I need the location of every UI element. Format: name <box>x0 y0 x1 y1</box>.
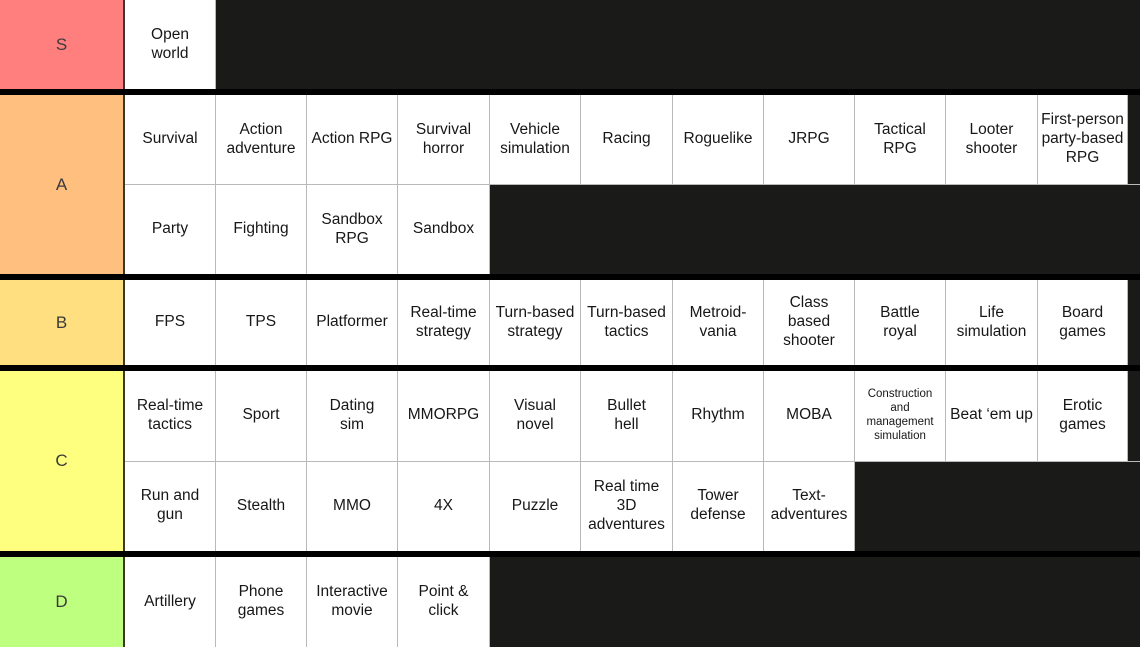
tier-dropzone-s[interactable]: Open world <box>125 0 1140 89</box>
empty-dropzone[interactable] <box>855 461 1140 551</box>
tier-item[interactable]: Puzzle <box>490 461 581 551</box>
tier-item[interactable]: Real-time strategy <box>398 280 490 365</box>
tier-item[interactable]: Artillery <box>125 557 216 647</box>
tier-item[interactable]: Fighting <box>216 185 307 274</box>
tier-item[interactable]: Visual novel <box>490 371 581 461</box>
tier-item[interactable]: Tactical RPG <box>855 95 946 184</box>
tier-item[interactable]: Class based shooter <box>764 280 855 365</box>
tier-item[interactable]: Phone games <box>216 557 307 647</box>
tier-item[interactable]: First-person party-based RPG <box>1038 95 1128 184</box>
tier-item[interactable]: Metroid- vania <box>673 280 764 365</box>
tier-item[interactable]: 4X <box>398 461 490 551</box>
tier-item[interactable]: Point & click <box>398 557 490 647</box>
tier-item[interactable]: Open world <box>125 0 216 89</box>
empty-dropzone[interactable] <box>490 185 1140 274</box>
tier-item[interactable]: Stealth <box>216 461 307 551</box>
tier-item[interactable]: Action RPG <box>307 95 398 184</box>
empty-dropzone[interactable] <box>490 557 1140 647</box>
tier-item-row: Artillery Phone games Interactive movie Poi… <box>125 557 1140 647</box>
tier-item[interactable]: Life simulation <box>946 280 1038 365</box>
tier-item-row: Survival Action adventure Action RPG Surviv… <box>125 95 1140 184</box>
tier-item[interactable]: MOBA <box>764 371 855 461</box>
tier-item[interactable]: Bullet hell <box>581 371 673 461</box>
tier-item-row: FPS TPS Platformer Real-time strategy Turn-b… <box>125 280 1140 365</box>
tier-item[interactable]: Party <box>125 185 216 274</box>
tier-item[interactable]: Real time 3D adventures <box>581 461 673 551</box>
tier-item[interactable]: Real-time tactics <box>125 371 216 461</box>
tier-item-row: Run and gun Stealth MMO 4X Puzzle Real time 3… <box>125 460 1140 551</box>
tier-item[interactable]: Battle royal <box>855 280 946 365</box>
tier-item[interactable]: MMORPG <box>398 371 490 461</box>
tier-row-c: C Real-time tactics Sport Dating sim MMORPG V… <box>0 368 1140 554</box>
tier-dropzone-d[interactable]: Artillery Phone games Interactive movie Poi… <box>125 557 1140 647</box>
tier-item[interactable]: Survival <box>125 95 216 184</box>
tier-item[interactable]: MMO <box>307 461 398 551</box>
tier-item[interactable]: Racing <box>581 95 673 184</box>
tier-item[interactable]: Survival horror <box>398 95 490 184</box>
tier-item[interactable]: Interactive movie <box>307 557 398 647</box>
tier-item[interactable]: Turn-based tactics <box>581 280 673 365</box>
tier-dropzone-b[interactable]: FPS TPS Platformer Real-time strategy Turn-b… <box>125 280 1140 365</box>
tier-item[interactable]: Text- adventures <box>764 461 855 551</box>
tier-item[interactable]: Sandbox RPG <box>307 185 398 274</box>
tier-item[interactable]: Roguelike <box>673 95 764 184</box>
tier-dropzone-a[interactable]: Survival Action adventure Action RPG Surviv… <box>125 95 1140 274</box>
tier-item-row: Party Fighting Sandbox RPG Sandbox <box>125 184 1140 274</box>
tier-label-b[interactable]: B <box>0 280 125 365</box>
tier-item[interactable]: Construction and management simulation <box>855 371 946 461</box>
tier-item[interactable]: JRPG <box>764 95 855 184</box>
tier-row-s: S Open world <box>0 0 1140 92</box>
empty-dropzone[interactable] <box>1128 95 1140 184</box>
tier-label-c[interactable]: C <box>0 371 125 551</box>
tier-dropzone-c[interactable]: Real-time tactics Sport Dating sim MMORPG Vi… <box>125 371 1140 551</box>
tier-row-d: D Artillery Phone games Interactive movie Po… <box>0 554 1140 647</box>
empty-dropzone[interactable] <box>1128 280 1140 365</box>
empty-dropzone[interactable] <box>1128 371 1140 461</box>
tier-list-board: TiERMAKER SOpen world ASurvivalAction ad… <box>0 0 1140 647</box>
tier-item[interactable]: Action adventure <box>216 95 307 184</box>
tier-item[interactable]: Beat ‘em up <box>946 371 1038 461</box>
tier-row-a: A Survival Action adventure Action RPG Survi… <box>0 92 1140 277</box>
tier-row-b: B FPS TPS Platformer Real-time strategy Turn-… <box>0 277 1140 368</box>
tier-item[interactable]: Dating sim <box>307 371 398 461</box>
tier-item[interactable]: Sandbox <box>398 185 490 274</box>
tier-item[interactable]: Sport <box>216 371 307 461</box>
tier-label-a[interactable]: A <box>0 95 125 274</box>
tier-item[interactable]: Erotic games <box>1038 371 1128 461</box>
tier-item[interactable]: Board games <box>1038 280 1128 365</box>
tier-label-s[interactable]: S <box>0 0 125 89</box>
tier-item[interactable]: Tower defense <box>673 461 764 551</box>
tier-item-row: Open world <box>125 0 1140 89</box>
empty-dropzone[interactable] <box>216 0 1140 89</box>
tier-item[interactable]: Looter shooter <box>946 95 1038 184</box>
tier-item[interactable]: Vehicle simulation <box>490 95 581 184</box>
tier-label-d[interactable]: D <box>0 557 125 647</box>
tier-item[interactable]: Run and gun <box>125 461 216 551</box>
tier-item[interactable]: FPS <box>125 280 216 365</box>
tier-item-row: Real-time tactics Sport Dating sim MMORPG Vi… <box>125 371 1140 461</box>
tier-item[interactable]: Rhythm <box>673 371 764 461</box>
tier-item[interactable]: Platformer <box>307 280 398 365</box>
tier-item[interactable]: Turn-based strategy <box>490 280 581 365</box>
tier-item[interactable]: TPS <box>216 280 307 365</box>
